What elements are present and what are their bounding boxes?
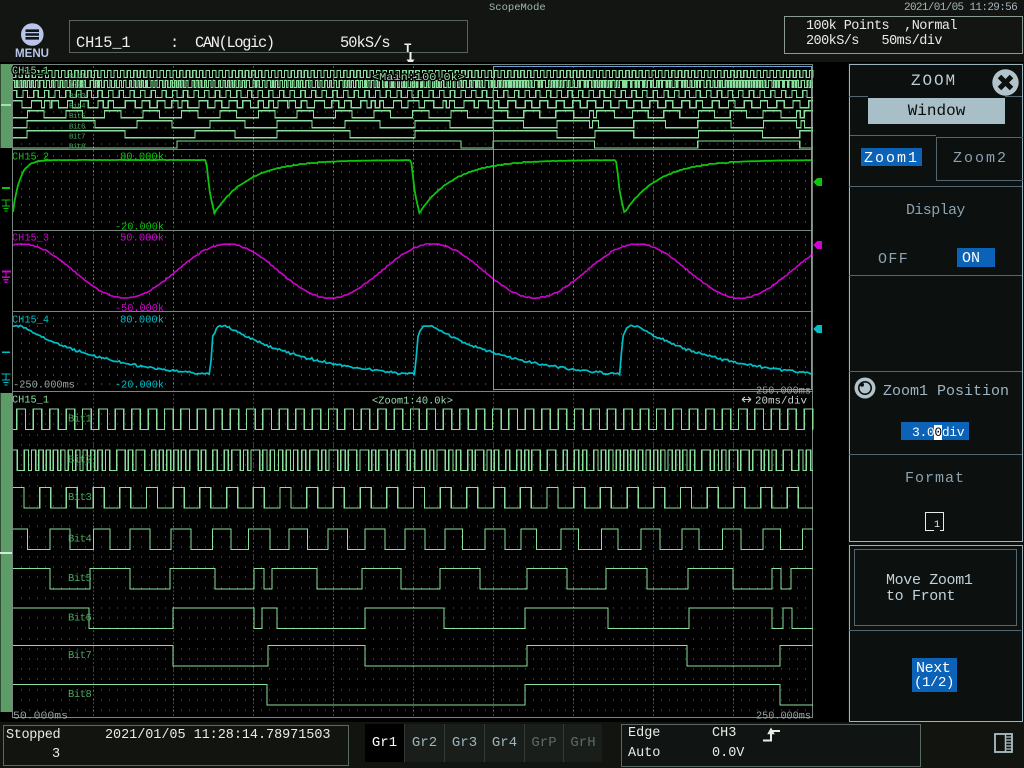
svg-text:Bit8: Bit8: [69, 142, 85, 151]
svg-text:50.000ms: 50.000ms: [13, 711, 68, 723]
svg-text:80.000k: 80.000k: [120, 315, 164, 327]
svg-text:250.000ms: 250.000ms: [756, 711, 811, 723]
svg-text:20ms/div: 20ms/div: [755, 396, 807, 408]
svg-text:50.000k: 50.000k: [120, 233, 164, 245]
svg-text:Bit3: Bit3: [68, 492, 92, 504]
svg-text:Bit1: Bit1: [68, 414, 92, 426]
svg-text:Bit5: Bit5: [68, 573, 92, 585]
svg-text:Bit2: Bit2: [69, 82, 85, 91]
svg-text:CH15_2: CH15_2: [12, 152, 49, 164]
svg-text:Bit7: Bit7: [68, 650, 92, 662]
svg-text:CH15_4: CH15_4: [12, 315, 49, 327]
svg-text:CH15_1: CH15_1: [12, 66, 49, 78]
svg-text:-250.000ms: -250.000ms: [13, 380, 75, 392]
svg-text:-20.000k: -20.000k: [115, 380, 164, 392]
svg-text:80.000k: 80.000k: [120, 152, 164, 164]
svg-text:Bit1: Bit1: [69, 72, 86, 81]
svg-text:CH15_3: CH15_3: [12, 233, 49, 245]
svg-text:Bit7: Bit7: [69, 132, 85, 141]
svg-text:-50.000k: -50.000k: [115, 303, 164, 315]
svg-text:CH15_1: CH15_1: [12, 395, 49, 407]
svg-text:Bit8: Bit8: [68, 689, 92, 701]
svg-text:Bit5: Bit5: [69, 112, 86, 121]
svg-text:Bit3: Bit3: [69, 92, 86, 101]
svg-text:Bit2: Bit2: [68, 455, 92, 467]
svg-text:MENU: MENU: [15, 48, 49, 60]
svg-text:Bit6: Bit6: [68, 613, 92, 625]
svg-text:Bit4: Bit4: [69, 102, 86, 111]
svg-text:Bit6: Bit6: [69, 122, 86, 131]
svg-text:Bit4: Bit4: [68, 534, 92, 546]
svg-text:<Zoom1:40.0k>: <Zoom1:40.0k>: [372, 396, 453, 408]
svg-text:<Main:100.0k>: <Main:100.0k>: [372, 72, 465, 84]
